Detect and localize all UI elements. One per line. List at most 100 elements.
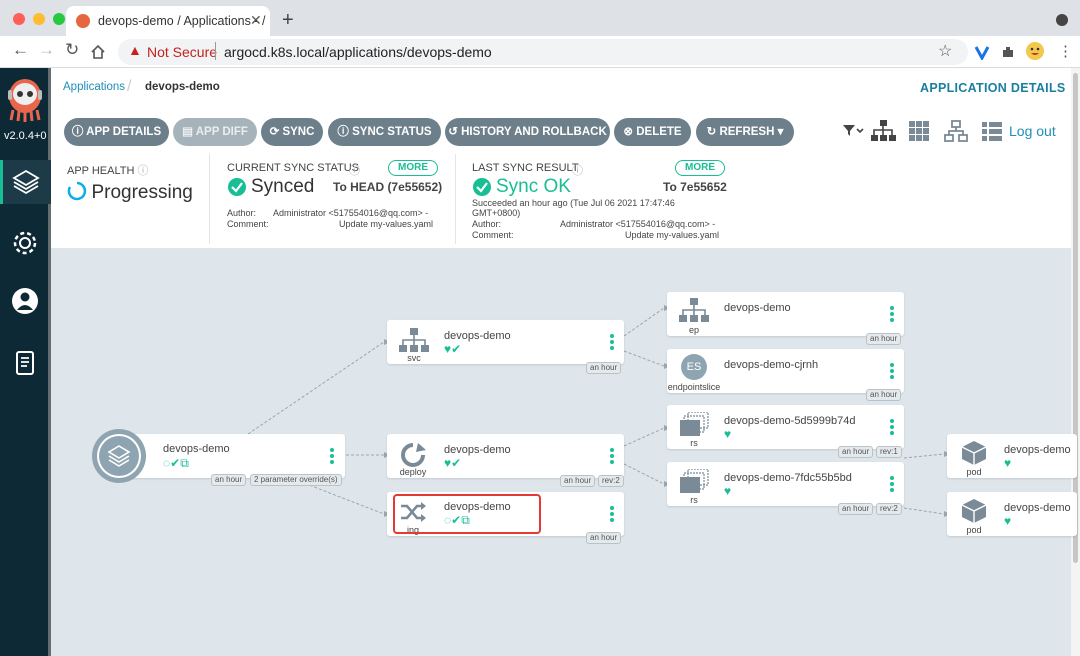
node-menu-icon[interactable] <box>610 334 614 352</box>
delete-button[interactable]: ⊗ DELETE <box>614 118 691 146</box>
node-kind: rs <box>690 495 698 505</box>
app-diff-button[interactable]: ▤ APP DIFF <box>173 118 257 146</box>
browser-tab[interactable]: devops-demo / Applications - / ✕ <box>66 6 270 36</box>
node-name: devops-demo <box>444 444 511 456</box>
comment-label: Comment: <box>472 230 514 240</box>
sidebar-item-documentation[interactable] <box>10 348 40 378</box>
node-kind: pod <box>966 467 982 477</box>
divider <box>455 154 456 244</box>
network-view-icon[interactable] <box>944 120 968 142</box>
help-icon[interactable]: ⓘ <box>134 165 149 177</box>
extensions-puzzle-icon[interactable] <box>1000 44 1016 60</box>
maximize-window-button[interactable] <box>53 13 65 25</box>
forward-icon[interactable]: → <box>38 40 55 60</box>
revision-tag: rev:2 <box>876 503 902 515</box>
url-divider <box>215 42 216 60</box>
last-sync-more-button[interactable]: MORE <box>675 160 725 176</box>
resource-node-endpointslice[interactable]: ES endpointslice devops-demo-cjrnh <box>667 349 904 393</box>
sync-status-button[interactable]: ⓘ SYNC STATUS <box>328 118 441 146</box>
resource-node-rs-2[interactable]: rs devops-demo-7fdc55b5bd ♥ <box>667 462 904 506</box>
reload-icon[interactable]: ↻ <box>65 40 79 60</box>
address-bar[interactable]: ▲ Not Secure argocd.k8s.local/applicatio… <box>118 39 968 65</box>
node-name: devops-demo <box>444 330 511 342</box>
warning-icon: ▲ <box>128 42 142 58</box>
filter-icon[interactable] <box>842 123 866 139</box>
app-health-label: APP HEALTH <box>67 165 135 177</box>
close-window-button[interactable] <box>13 13 25 25</box>
list-view-icon[interactable] <box>981 120 1003 142</box>
resource-node-deploy[interactable]: deploy devops-demo ♥✔ <box>387 434 624 478</box>
page-title: APPLICATION DETAILS <box>920 81 1066 95</box>
profile-avatar-icon[interactable] <box>1025 41 1045 61</box>
resource-node-pod-1[interactable]: pod devops-demo ♥ <box>947 434 1077 478</box>
not-secure-label: Not Secure <box>147 44 218 60</box>
refresh-button[interactable]: ↻ REFRESH ▾ <box>696 118 794 146</box>
logout-link[interactable]: Log out <box>1009 123 1056 139</box>
node-menu-icon[interactable] <box>890 419 894 437</box>
extension-v-icon[interactable] <box>974 44 990 60</box>
home-icon[interactable] <box>90 44 106 60</box>
last-sync-revision: To 7e55652 <box>663 180 727 194</box>
tree-view-icon[interactable] <box>870 119 896 143</box>
history-rollback-button[interactable]: ↺ HISTORY AND ROLLBACK <box>445 118 610 146</box>
progressing-spinner-icon <box>67 181 87 201</box>
new-tab-button[interactable]: + <box>282 9 294 32</box>
last-sync-time: Succeeded an hour ago (Tue Jul 06 2021 1… <box>472 198 675 218</box>
close-tab-icon[interactable]: ✕ <box>250 12 262 29</box>
help-icon[interactable]: ⓘ <box>349 162 360 178</box>
bookmark-star-icon[interactable]: ☆ <box>938 41 952 61</box>
sync-button[interactable]: ⟳ SYNC <box>261 118 323 146</box>
node-status-icons: ♥ <box>1004 457 1011 469</box>
minimize-window-button[interactable] <box>33 13 45 25</box>
sync-more-button[interactable]: MORE <box>388 160 438 176</box>
node-menu-icon[interactable] <box>890 476 894 494</box>
resource-node-svc[interactable]: svc devops-demo ♥✔ <box>387 320 624 364</box>
comment-label: Comment: <box>227 219 269 229</box>
node-kind: endpointslice <box>667 382 721 392</box>
argo-favicon-icon <box>76 14 90 28</box>
caret-down-icon: ▾ <box>774 126 784 138</box>
synced-check-icon: ✔ <box>451 342 462 356</box>
node-menu-icon[interactable] <box>330 448 334 466</box>
sync-icon: ⟳ <box>269 126 283 138</box>
node-menu-icon[interactable] <box>610 506 614 524</box>
sync-status-value: Synced <box>251 176 315 197</box>
node-menu-icon[interactable] <box>890 306 894 324</box>
resource-node-rs-1[interactable]: rs devops-demo-5d5999b74d ♥ <box>667 405 904 449</box>
age-tag: an hour <box>838 446 874 458</box>
service-icon <box>399 328 429 352</box>
sidebar: v2.0.4+0 <box>0 68 51 656</box>
resource-tree: devops-demo ◌✔⧉ an hour 2 parameter over… <box>51 248 1077 656</box>
back-icon[interactable]: ← <box>12 40 29 60</box>
replicaset-icon <box>680 469 709 493</box>
synced-check-icon: ✔ <box>451 456 462 470</box>
breadcrumb-applications-link[interactable]: Applications <box>63 81 125 93</box>
sidebar-item-applications[interactable] <box>0 160 51 204</box>
help-icon[interactable]: ⓘ <box>572 162 583 178</box>
sidebar-item-user-info[interactable] <box>10 286 40 316</box>
profile-menu-icon[interactable] <box>1056 14 1068 26</box>
node-menu-icon[interactable] <box>610 448 614 466</box>
last-sync-panel: LAST SYNC RESULT ⓘ MORE Sync OK To 7e5565… <box>472 160 732 244</box>
sidebar-item-settings[interactable] <box>10 228 40 258</box>
history-icon: ↺ <box>448 126 462 138</box>
info-icon: ⓘ <box>337 126 353 138</box>
breadcrumb-separator: / <box>127 78 132 95</box>
file-icon: ▤ <box>182 126 196 138</box>
pod-cube-icon <box>961 441 987 465</box>
scrollbar-thumb[interactable] <box>1073 73 1078 563</box>
external-link-icon[interactable]: ⧉ <box>180 456 189 470</box>
chrome-menu-icon[interactable]: ⋮ <box>1058 42 1073 60</box>
resource-node-pod-2[interactable]: pod devops-demo ♥ <box>947 492 1077 536</box>
node-name: devops-demo <box>724 302 791 314</box>
argo-logo-icon <box>8 79 42 122</box>
pods-grid-icon[interactable] <box>908 120 930 142</box>
node-menu-icon[interactable] <box>890 363 894 381</box>
url-text: argocd.k8s.local/applications/devops-dem… <box>224 44 492 60</box>
tab-title: devops-demo / Applications - / <box>98 14 266 28</box>
sync-revision: To HEAD (7e55652) <box>333 180 443 194</box>
health-status-value: Progressing <box>91 182 193 203</box>
application-node[interactable]: devops-demo ◌✔⧉ <box>123 434 345 478</box>
app-details-button[interactable]: ⓘ APP DETAILS <box>64 118 169 146</box>
resource-node-ep[interactable]: ep devops-demo <box>667 292 904 336</box>
